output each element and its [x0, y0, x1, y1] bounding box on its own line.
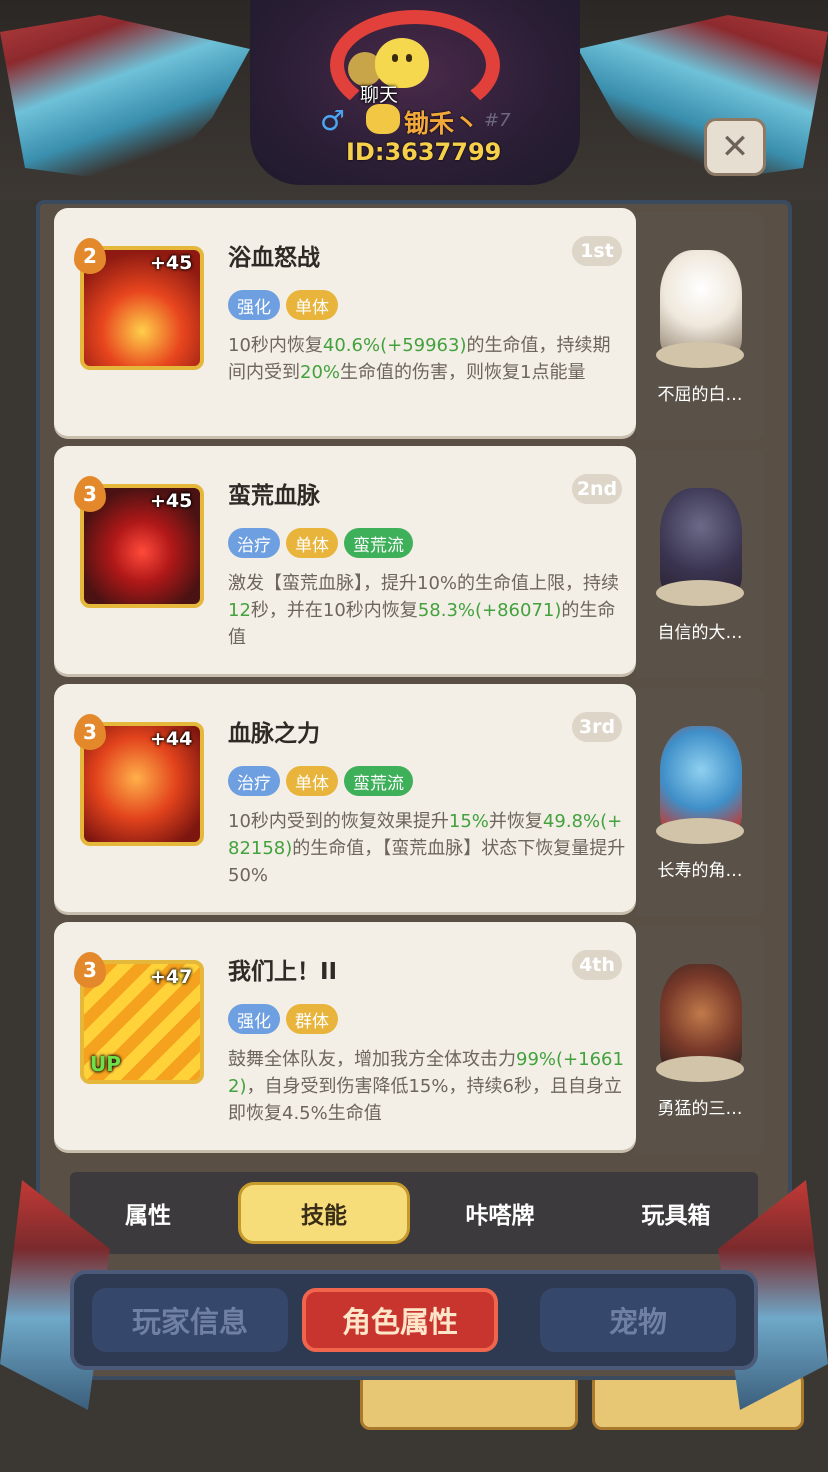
skill-tag: 单体 — [286, 528, 338, 558]
skill-text: 激发【蛮荒血脉】，提升10%的生命值上限，持续 — [228, 573, 620, 594]
skill-name: 浴血怒战 — [228, 245, 320, 271]
pet-pedestal — [656, 580, 744, 606]
skill-tags: 强化 单体 — [228, 290, 338, 320]
skill-tag: 强化 — [228, 290, 280, 320]
skill-order-badge: 2nd — [572, 474, 622, 504]
skill-text: 10秒内受到的恢复效果提升 — [228, 811, 449, 832]
skill-value-highlight: 20% — [300, 362, 341, 383]
skill-text: 并恢复 — [488, 811, 543, 832]
nav-pets[interactable]: 宠物 — [540, 1288, 736, 1352]
skill-tag: 治疗 — [228, 766, 280, 796]
pet-card[interactable]: 长寿的角… — [636, 688, 764, 916]
skill-text: 生命值的伤害，则恢复1点能量 — [340, 362, 586, 383]
skill-text: ，自身受到伤害降低15%，持续6秒，且自身立即恢复4.5%生命值 — [228, 1076, 622, 1124]
bottom-nav: 玩家信息 角色属性 宠物 — [70, 1270, 758, 1370]
skill-card[interactable]: 3 +44 血脉之力 3rd 治疗 单体 蛮荒流 10秒内受到的恢复效果提升15… — [54, 684, 636, 912]
chat-label[interactable]: 聊天 — [360, 80, 398, 107]
skill-tag: 治疗 — [228, 528, 280, 558]
player-avatar[interactable] — [366, 104, 400, 134]
tab-toybox[interactable]: 玩具箱 — [590, 1182, 762, 1244]
pet-pedestal — [656, 818, 744, 844]
skill-card[interactable]: 3 +45 蛮荒血脉 2nd 治疗 单体 蛮荒流 激发【蛮荒血脉】，提升10%的… — [54, 446, 636, 674]
skill-value-highlight: 12 — [228, 600, 251, 621]
skill-level-badge: 3 — [74, 476, 106, 512]
skill-level-badge: 3 — [74, 952, 106, 988]
skill-card[interactable]: 2 +45 浴血怒战 1st 强化 单体 10秒内恢复40.6%(+59963)… — [54, 208, 636, 436]
nav-player-info[interactable]: 玩家信息 — [92, 1288, 288, 1352]
pet-name: 长寿的角… — [657, 861, 743, 881]
close-icon: ✕ — [720, 127, 750, 167]
close-button[interactable]: ✕ — [704, 118, 766, 176]
skill-card[interactable]: 3 +47 UP 我们上！II 4th 强化 群体 鼓舞全体队友，增加我方全体攻… — [54, 922, 636, 1150]
tab-skills[interactable]: 技能 — [238, 1182, 410, 1244]
skill-level-badge: 2 — [74, 238, 106, 274]
skill-name: 蛮荒血脉 — [228, 483, 320, 509]
pet-card[interactable]: 勇猛的三… — [636, 926, 764, 1154]
pet-name: 勇猛的三… — [657, 1099, 743, 1119]
skill-tags: 治疗 单体 蛮荒流 — [228, 528, 413, 558]
skill-text: 秒，并在10秒内恢复 — [250, 600, 418, 621]
pet-pedestal — [656, 1056, 744, 1082]
player-name: 锄禾丶 — [404, 109, 480, 138]
male-icon: ♂ — [320, 104, 346, 137]
chat-icon-eye — [392, 54, 398, 62]
nav-character-attributes[interactable]: 角色属性 — [302, 1288, 498, 1352]
skill-tag: 单体 — [286, 766, 338, 796]
skill-description: 10秒内受到的恢复效果提升15%并恢复49.8%(+82158)的生命值，【蛮荒… — [228, 808, 628, 889]
pet-pedestal — [656, 342, 744, 368]
skill-bonus: +45 — [150, 490, 193, 512]
skill-value-highlight: 15% — [448, 811, 489, 832]
skill-order-badge: 3rd — [572, 712, 622, 742]
skill-order-badge: 1st — [572, 236, 622, 266]
pet-name: 自信的大… — [657, 623, 743, 643]
skill-bonus: +45 — [150, 252, 193, 274]
player-rank: #7 — [484, 110, 511, 131]
skill-up-indicator: UP — [90, 1052, 121, 1076]
tab-cards[interactable]: 咔嗒牌 — [414, 1182, 586, 1244]
skill-bonus: +44 — [150, 728, 193, 750]
skill-tag: 单体 — [286, 290, 338, 320]
pet-card[interactable]: 自信的大… — [636, 450, 764, 678]
skill-bonus: +47 — [150, 966, 193, 988]
skill-tag: 蛮荒流 — [344, 766, 413, 796]
skill-name: 血脉之力 — [228, 721, 320, 747]
skill-description: 10秒内恢复40.6%(+59963)的生命值，持续期间内受到20%生命值的伤害… — [228, 332, 628, 386]
skill-value-highlight: 40.6%(+59963) — [322, 335, 467, 356]
skill-tags: 强化 群体 — [228, 1004, 338, 1034]
skill-tag: 强化 — [228, 1004, 280, 1034]
skill-tags: 治疗 单体 蛮荒流 — [228, 766, 413, 796]
skill-tag: 群体 — [286, 1004, 338, 1034]
detail-tab-bar: 属性 技能 咔嗒牌 玩具箱 — [70, 1172, 758, 1254]
pet-name: 不屈的白… — [657, 385, 743, 405]
skill-description: 鼓舞全体队友，增加我方全体攻击力99%(+16612)，自身受到伤害降低15%，… — [228, 1046, 628, 1127]
skill-name: 我们上！II — [228, 959, 338, 985]
chat-icon-eye — [406, 54, 412, 62]
skill-order-badge: 4th — [572, 950, 622, 980]
player-id: ID:3637799 — [346, 138, 502, 166]
skill-value-highlight: 58.3%(+86071) — [417, 600, 562, 621]
skill-level-badge: 3 — [74, 714, 106, 750]
background-button — [360, 1372, 578, 1430]
skill-description: 激发【蛮荒血脉】，提升10%的生命值上限，持续 12秒，并在10秒内恢复58.3%… — [228, 570, 628, 651]
skill-text: 鼓舞全体队友，增加我方全体攻击力 — [228, 1049, 516, 1070]
skill-text: 10秒内恢复 — [228, 335, 323, 356]
skill-tag: 蛮荒流 — [344, 528, 413, 558]
pet-card[interactable]: 不屈的白… — [636, 212, 764, 440]
